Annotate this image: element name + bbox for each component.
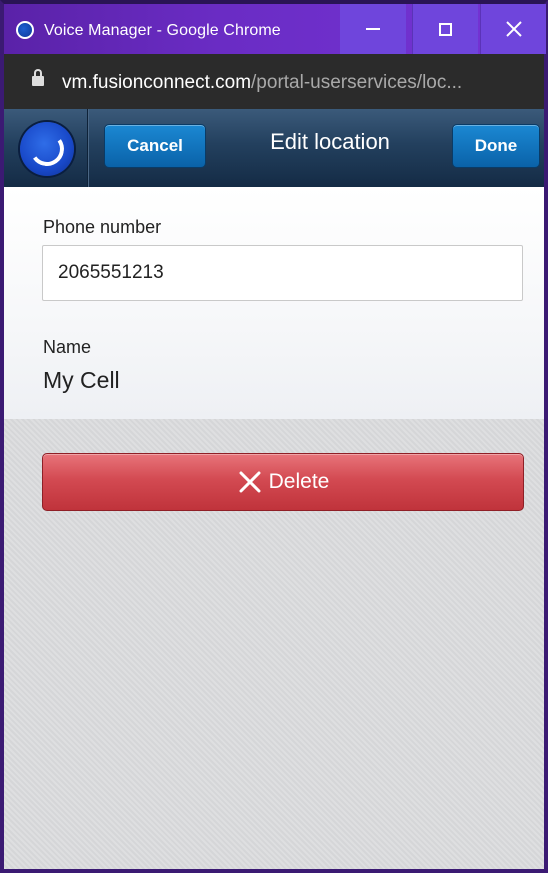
logo-arc xyxy=(27,129,67,169)
phone-number-label: Phone number xyxy=(43,217,162,237)
app-logo-icon xyxy=(16,21,34,39)
address-bar[interactable]: vm.fusionconnect.com/portal-userservices… xyxy=(0,54,548,109)
close-window-button[interactable] xyxy=(480,4,546,54)
page-title: Edit location xyxy=(270,129,390,154)
header-divider xyxy=(87,109,88,187)
done-button[interactable]: Done xyxy=(452,124,540,168)
maximize-icon xyxy=(439,22,452,36)
window-title: Voice Manager - Google Chrome xyxy=(44,22,281,39)
content-area: Delete xyxy=(0,419,548,873)
url-text[interactable]: vm.fusionconnect.com/portal-userservices… xyxy=(62,72,462,94)
app-header: Cancel Edit location Done xyxy=(0,109,548,187)
maximize-button[interactable] xyxy=(412,4,478,54)
cancel-button[interactable]: Cancel xyxy=(104,124,206,168)
name-label: Name xyxy=(43,337,92,357)
minimize-icon xyxy=(366,28,380,30)
minimize-button[interactable] xyxy=(340,4,406,54)
edit-location-form: Phone number Name My Cell xyxy=(0,187,548,419)
name-value: My Cell xyxy=(43,367,120,393)
browser-title-bar: Voice Manager - Google Chrome xyxy=(0,0,548,54)
url-path: /portal-userservices/loc... xyxy=(251,72,463,93)
delete-x-icon xyxy=(239,471,261,493)
delete-button[interactable]: Delete xyxy=(42,453,524,511)
close-icon xyxy=(505,21,522,37)
delete-label: Delete xyxy=(268,470,330,493)
phone-number-input[interactable] xyxy=(42,245,523,301)
fusion-logo-icon[interactable] xyxy=(20,122,74,176)
url-domain: vm.fusionconnect.com xyxy=(62,72,252,93)
lock-icon xyxy=(32,69,44,86)
